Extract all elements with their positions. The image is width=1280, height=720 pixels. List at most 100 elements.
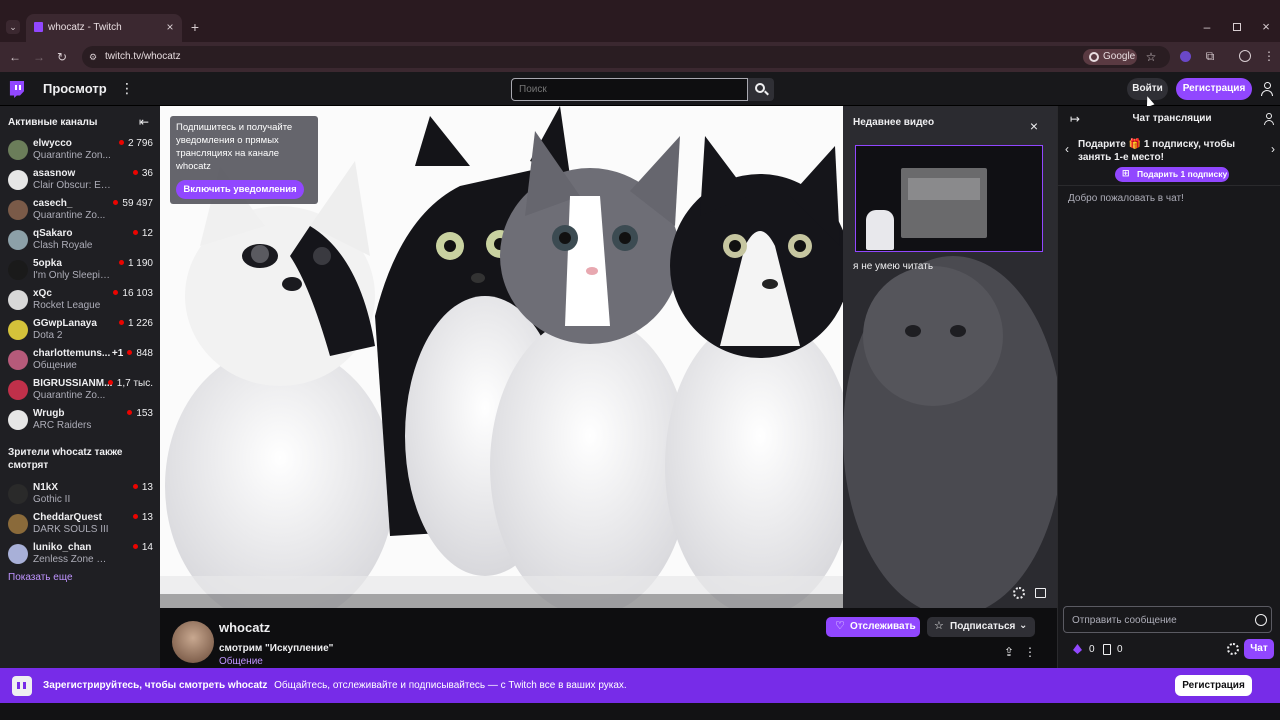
sidebar-channel-bigrussianm[interactable]: BIGRUSSIANM... Quarantine Zo... 1,7 тыс. bbox=[0, 376, 160, 406]
close-recent-icon[interactable]: × bbox=[1027, 119, 1041, 133]
live-dot-icon bbox=[132, 514, 138, 519]
gift-prompt-text: Подарите 🎁 1 подписку, чтобы занять 1-е … bbox=[1078, 138, 1266, 164]
browser-menu-icon[interactable]: ⋮ bbox=[1262, 49, 1276, 63]
recent-video-thumbnail[interactable] bbox=[855, 145, 1043, 252]
live-dot-icon bbox=[118, 260, 124, 265]
channel-name: GGwpLanaya bbox=[33, 318, 97, 329]
channel-name: casech_ bbox=[33, 198, 73, 209]
chat-settings-icon[interactable] bbox=[1227, 643, 1239, 655]
bits-icon[interactable] bbox=[1073, 644, 1082, 654]
more-menu-icon[interactable]: ⋮ bbox=[120, 81, 134, 97]
chevron-left-icon[interactable]: ‹ bbox=[1062, 142, 1072, 156]
sidebar-channel-cheddarquest[interactable]: CheddarQuest DARK SOULS III 13 bbox=[0, 510, 160, 540]
collapse-sidebar-icon[interactable]: ⇤ bbox=[137, 115, 151, 129]
sidebar-channel-ggwplanaya[interactable]: GGwpLanaya Dota 2 1 226 bbox=[0, 316, 160, 346]
emote-icon[interactable] bbox=[1255, 614, 1267, 626]
gift-sub-button[interactable]: ⊞ Подарить 1 подписку bbox=[1115, 167, 1229, 182]
enable-notifications-button[interactable]: Включить уведомления bbox=[176, 180, 304, 199]
viewer-number: 59 497 bbox=[122, 198, 153, 209]
share-icon[interactable]: ⇪ bbox=[1002, 645, 1016, 659]
channel-game: I'm Only Sleeping bbox=[33, 270, 111, 281]
viewer-number: 13 bbox=[141, 512, 153, 523]
chat-send-button[interactable]: Чат bbox=[1244, 639, 1274, 659]
browser-tab-bar: ⌄ whocatz - Twitch × + – × bbox=[0, 0, 1280, 42]
sidebar-channel-qsakaro[interactable]: qSakaro Clash Royale 12 bbox=[0, 226, 160, 256]
sidebar-channel-n1kx[interactable]: N1kX Gothic II 13 bbox=[0, 480, 160, 510]
back-icon[interactable]: ← bbox=[8, 50, 22, 64]
tab-list-icon[interactable]: ⌄ bbox=[6, 20, 20, 34]
site-info-icon[interactable]: ⚙ bbox=[86, 50, 100, 64]
show-more-link[interactable]: Показать еще bbox=[8, 572, 73, 583]
channel-avatar bbox=[8, 230, 28, 250]
search-button[interactable] bbox=[748, 78, 774, 101]
channel-name: Wrugb bbox=[33, 408, 65, 419]
sidebar-channel-casech[interactable]: casech_ Quarantine Zo... 59 497 bbox=[0, 196, 160, 226]
star-icon: ☆ bbox=[934, 620, 944, 632]
extensions-puzzle-icon[interactable]: ⧉ bbox=[1203, 49, 1217, 63]
banner-bold-text: Зарегистрируйтесь, чтобы смотреть whocat… bbox=[43, 680, 268, 691]
points-icon[interactable] bbox=[1103, 644, 1111, 655]
banner-signup-button[interactable]: Регистрация bbox=[1175, 675, 1252, 696]
user-menu-icon[interactable] bbox=[1261, 82, 1273, 96]
channel-game: Gothic II bbox=[33, 494, 71, 505]
banner-logo-icon bbox=[12, 676, 32, 696]
chat-users-icon[interactable] bbox=[1264, 113, 1276, 125]
new-tab-icon[interactable]: + bbox=[188, 20, 202, 34]
live-dot-icon bbox=[127, 410, 133, 415]
viewer-number: 16 103 bbox=[122, 288, 153, 299]
live-dot-icon bbox=[127, 350, 133, 355]
viewer-count: 2 796 bbox=[118, 138, 153, 149]
bookmark-star-icon[interactable]: ☆ bbox=[1144, 50, 1158, 64]
active-channels-title: Активные каналы bbox=[8, 117, 98, 128]
signup-button[interactable]: Регистрация bbox=[1176, 78, 1252, 100]
twitch-logo-icon[interactable] bbox=[9, 81, 24, 98]
gift-count: 1 bbox=[1143, 139, 1150, 150]
channel-name[interactable]: whocatz bbox=[219, 620, 270, 635]
sidebar-channel-elwycco[interactable]: elwycco Quarantine Zon... 2 796 bbox=[0, 136, 160, 166]
search-input[interactable] bbox=[511, 78, 748, 101]
google-chip[interactable]: Google bbox=[1083, 49, 1137, 65]
viewer-number: 12 bbox=[141, 228, 153, 239]
video-player[interactable]: Подпишитесь и получайте уведомления о пр… bbox=[160, 106, 843, 608]
sidebar-channel-lunikochan[interactable]: luniko_chan Zenless Zone Zero 14 bbox=[0, 540, 160, 570]
channel-name: asasnow bbox=[33, 168, 76, 179]
recent-video-title-heading: Недавнее видео bbox=[853, 117, 935, 128]
extension-icon[interactable] bbox=[1180, 51, 1191, 62]
sidebar-channel-charlottemuns[interactable]: charlottemuns... Общение +1 848 bbox=[0, 346, 160, 376]
browser-tab[interactable]: whocatz - Twitch × bbox=[26, 14, 182, 42]
sidebar-channel-asasnow[interactable]: asasnowClair Obscur: Exp... 36 bbox=[0, 166, 160, 196]
channel-avatar bbox=[8, 484, 28, 504]
minimize-icon[interactable]: – bbox=[1200, 20, 1214, 34]
profile-icon[interactable] bbox=[1239, 50, 1251, 62]
notification-text: Подпишитесь и получайте уведомления о пр… bbox=[176, 122, 293, 172]
live-dot-icon bbox=[132, 544, 138, 549]
maximize-icon[interactable] bbox=[1233, 23, 1241, 31]
stream-title: смотрим "Искупление" bbox=[219, 643, 334, 654]
more-options-icon[interactable]: ⋮ bbox=[1023, 645, 1037, 659]
browse-link[interactable]: Просмотр bbox=[43, 81, 107, 96]
gift-sub-prompt: ‹ Подарите 🎁 1 подписку, чтобы занять 1-… bbox=[1058, 134, 1280, 186]
channel-game: ARC Raiders bbox=[33, 420, 92, 431]
live-dot-icon bbox=[132, 230, 138, 235]
reload-icon[interactable]: ↻ bbox=[55, 50, 69, 64]
chat-input[interactable]: Отправить сообщение bbox=[1063, 606, 1272, 633]
url-text: twitch.tv/whocatz bbox=[105, 51, 181, 62]
theater-mode-icon[interactable] bbox=[1035, 588, 1046, 598]
chevron-right-icon[interactable]: › bbox=[1268, 142, 1278, 156]
recent-video-title[interactable]: я не умею читать bbox=[853, 261, 933, 272]
sidebar-channel-5opka[interactable]: 5opka I'm Only Sleeping 1 190 bbox=[0, 256, 160, 286]
follow-button[interactable]: ♡ Отслеживать bbox=[826, 617, 920, 637]
close-tab-icon[interactable]: × bbox=[163, 20, 177, 34]
sidebar-channel-xqc[interactable]: xQc Rocket League 16 103 bbox=[0, 286, 160, 316]
close-window-icon[interactable]: × bbox=[1259, 20, 1273, 34]
player-settings-icon[interactable] bbox=[1013, 587, 1025, 599]
channel-avatar[interactable] bbox=[172, 621, 214, 663]
viewer-count: 16 103 bbox=[113, 288, 153, 299]
address-field[interactable]: ⚙ twitch.tv/whocatz Google ☆ bbox=[82, 46, 1170, 68]
stream-category[interactable]: Общение bbox=[219, 656, 263, 667]
subscribe-button[interactable]: ☆ Подписаться ⌄ bbox=[927, 617, 1035, 637]
forward-icon[interactable]: → bbox=[32, 50, 46, 64]
channel-name: luniko_chan bbox=[33, 542, 92, 553]
viewer-number: 1,7 тыс. bbox=[116, 378, 153, 389]
sidebar-channel-wrugb[interactable]: Wrugb ARC Raiders 153 bbox=[0, 406, 160, 436]
